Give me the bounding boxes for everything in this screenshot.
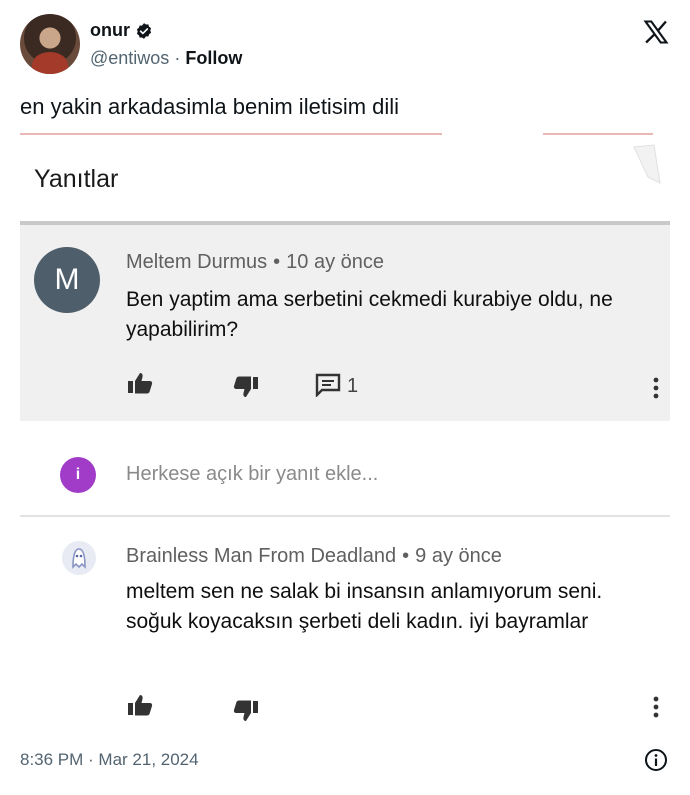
thumbs-up-icon[interactable] (126, 371, 154, 395)
thumbs-up-icon[interactable] (126, 693, 154, 717)
comment-text: Ben yaptim ama serbetini cekmedi kurabiy… (126, 288, 613, 341)
media-edge-line (543, 133, 653, 135)
tweet-text: en yakin arkadasimla benim iletisim dili (20, 94, 400, 119)
handle-row: @entiwos · Follow (90, 48, 242, 69)
more-vert-icon[interactable] (653, 377, 659, 399)
comment-author[interactable]: Brainless Man From Deadland (126, 545, 396, 567)
tweet-header: onur @entiwos · Follow (20, 14, 670, 76)
commenter-avatar[interactable]: M (34, 247, 100, 313)
comment-card: M Meltem Durmus • 10 ay önce Ben yaptim am… (20, 225, 670, 421)
follow-button[interactable]: Follow (185, 48, 242, 68)
reply-avatar: i (60, 457, 96, 493)
x-logo-icon[interactable] (642, 18, 670, 46)
verified-icon (136, 22, 152, 39)
thumbs-down-icon[interactable] (232, 375, 260, 399)
more-vert-icon[interactable] (653, 696, 659, 718)
comment-icon[interactable] (314, 373, 342, 397)
ghost-avatar-icon (63, 542, 95, 574)
comment-meta: Meltem Durmus • 10 ay önce (126, 251, 384, 274)
comment-time: 10 ay önce (286, 251, 385, 273)
user-name-row: onur (90, 20, 153, 41)
tweet-timestamp[interactable]: 8:36 PM · Mar 21, 2024 (20, 750, 199, 770)
corner-artifact (633, 144, 661, 184)
reply-input[interactable]: Herkese açık bir yanıt ekle... (126, 463, 378, 486)
avatar[interactable] (20, 14, 80, 74)
user-name[interactable]: onur (90, 20, 130, 41)
commenter-avatar[interactable] (62, 541, 96, 575)
user-handle[interactable]: @entiwos (90, 48, 169, 68)
comment-author[interactable]: Meltem Durmus (126, 251, 267, 273)
meta-dot: • (402, 545, 410, 567)
info-icon[interactable] (644, 748, 668, 772)
reply-input-row[interactable]: i Herkese açık bir yanıt ekle... (20, 441, 670, 511)
handle-separator: · (174, 48, 181, 68)
reply-divider (20, 515, 670, 517)
meta-dot: • (273, 251, 281, 273)
tweet-media[interactable]: Yanıtlar M Meltem Durmus • 10 ay önce Ben … (20, 133, 670, 731)
reply-count: 1 (347, 375, 359, 397)
section-title: Yanıtlar (34, 165, 119, 193)
thumbs-down-icon[interactable] (232, 699, 260, 723)
media-edge-line (20, 133, 442, 135)
comment-time: 9 ay önce (415, 545, 502, 567)
comment-meta: Brainless Man From Deadland • 9 ay önce (126, 545, 502, 568)
comment-text: meltem sen ne salak bi insansın anlamıyo… (126, 580, 603, 633)
